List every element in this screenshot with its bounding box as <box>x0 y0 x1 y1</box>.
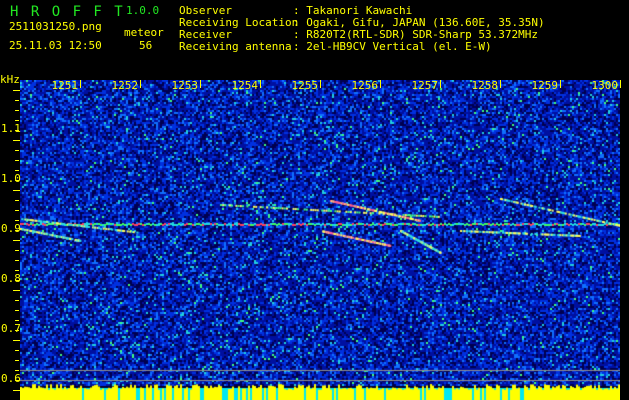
y-tick <box>15 310 19 311</box>
y-tick <box>15 120 19 121</box>
y-tick <box>13 240 20 241</box>
y-unit-label: kHz <box>0 73 20 86</box>
y-tick <box>15 100 19 101</box>
y-tick <box>13 340 20 341</box>
y-tick <box>15 210 19 211</box>
y-tick-label: 0.6 <box>1 372 21 385</box>
y-tick <box>13 140 20 141</box>
app-version: 1.0.0 <box>126 4 160 17</box>
y-tick <box>15 280 19 281</box>
y-tick <box>13 390 20 391</box>
x-tick-label: 1256 <box>351 79 379 92</box>
x-tick <box>320 80 321 88</box>
y-tick <box>15 300 19 301</box>
x-tick <box>260 80 261 88</box>
y-tick <box>13 190 20 191</box>
x-tick-label: 1258 <box>471 79 499 92</box>
x-tick <box>440 80 441 88</box>
info-value-antenna: : 2el-HB9CV Vertical (el. E-W) <box>293 40 492 53</box>
y-tick <box>15 270 19 271</box>
file-name: 2511031250.png <box>9 20 102 33</box>
y-tick <box>15 110 19 111</box>
hrofft-window: H R O F F T 1.0.0 2511031250.png meteor … <box>0 0 629 400</box>
y-tick <box>15 200 19 201</box>
y-tick <box>15 350 19 351</box>
y-tick <box>13 90 20 91</box>
y-tick <box>15 130 19 131</box>
x-tick-label: 1254 <box>231 79 259 92</box>
x-tick-label: 1257 <box>411 79 439 92</box>
x-tick-label: 1253 <box>171 79 199 92</box>
x-tick-label: 1252 <box>111 79 139 92</box>
y-tick-label: 0.8 <box>1 272 21 285</box>
x-tick <box>140 80 141 88</box>
x-tick <box>200 80 201 88</box>
y-tick <box>15 260 19 261</box>
file-datetime: 25.11.03 12:50 <box>9 39 102 52</box>
y-tick <box>15 370 19 371</box>
x-tick <box>80 80 81 88</box>
y-tick-label: 1.0 <box>1 172 21 185</box>
x-tick-label: 1251 <box>51 79 79 92</box>
x-tick <box>380 80 381 88</box>
y-tick-label: 1.1 <box>1 122 21 135</box>
x-tick <box>500 80 501 88</box>
x-tick <box>620 80 621 88</box>
y-tick <box>15 220 19 221</box>
spectrogram <box>20 80 620 400</box>
info-label-antenna: Receiving antenna <box>179 40 292 53</box>
y-tick <box>15 160 19 161</box>
y-tick <box>15 250 19 251</box>
x-tick-label: 1300 <box>591 79 619 92</box>
y-tick <box>15 150 19 151</box>
y-tick <box>15 320 19 321</box>
y-tick <box>13 290 20 291</box>
meteor-label: meteor <box>124 26 164 39</box>
y-tick <box>15 330 19 331</box>
y-tick <box>15 230 19 231</box>
y-tick <box>15 180 19 181</box>
x-tick-label: 1255 <box>291 79 319 92</box>
x-tick-label: 1259 <box>531 79 559 92</box>
app-title: H R O F F T <box>10 4 125 20</box>
y-tick-label: 0.9 <box>1 222 21 235</box>
y-tick-label: 0.7 <box>1 322 21 335</box>
y-tick <box>15 360 19 361</box>
meteor-count: 56 <box>139 39 153 52</box>
x-tick <box>560 80 561 88</box>
y-tick <box>15 170 19 171</box>
y-tick <box>15 380 19 381</box>
